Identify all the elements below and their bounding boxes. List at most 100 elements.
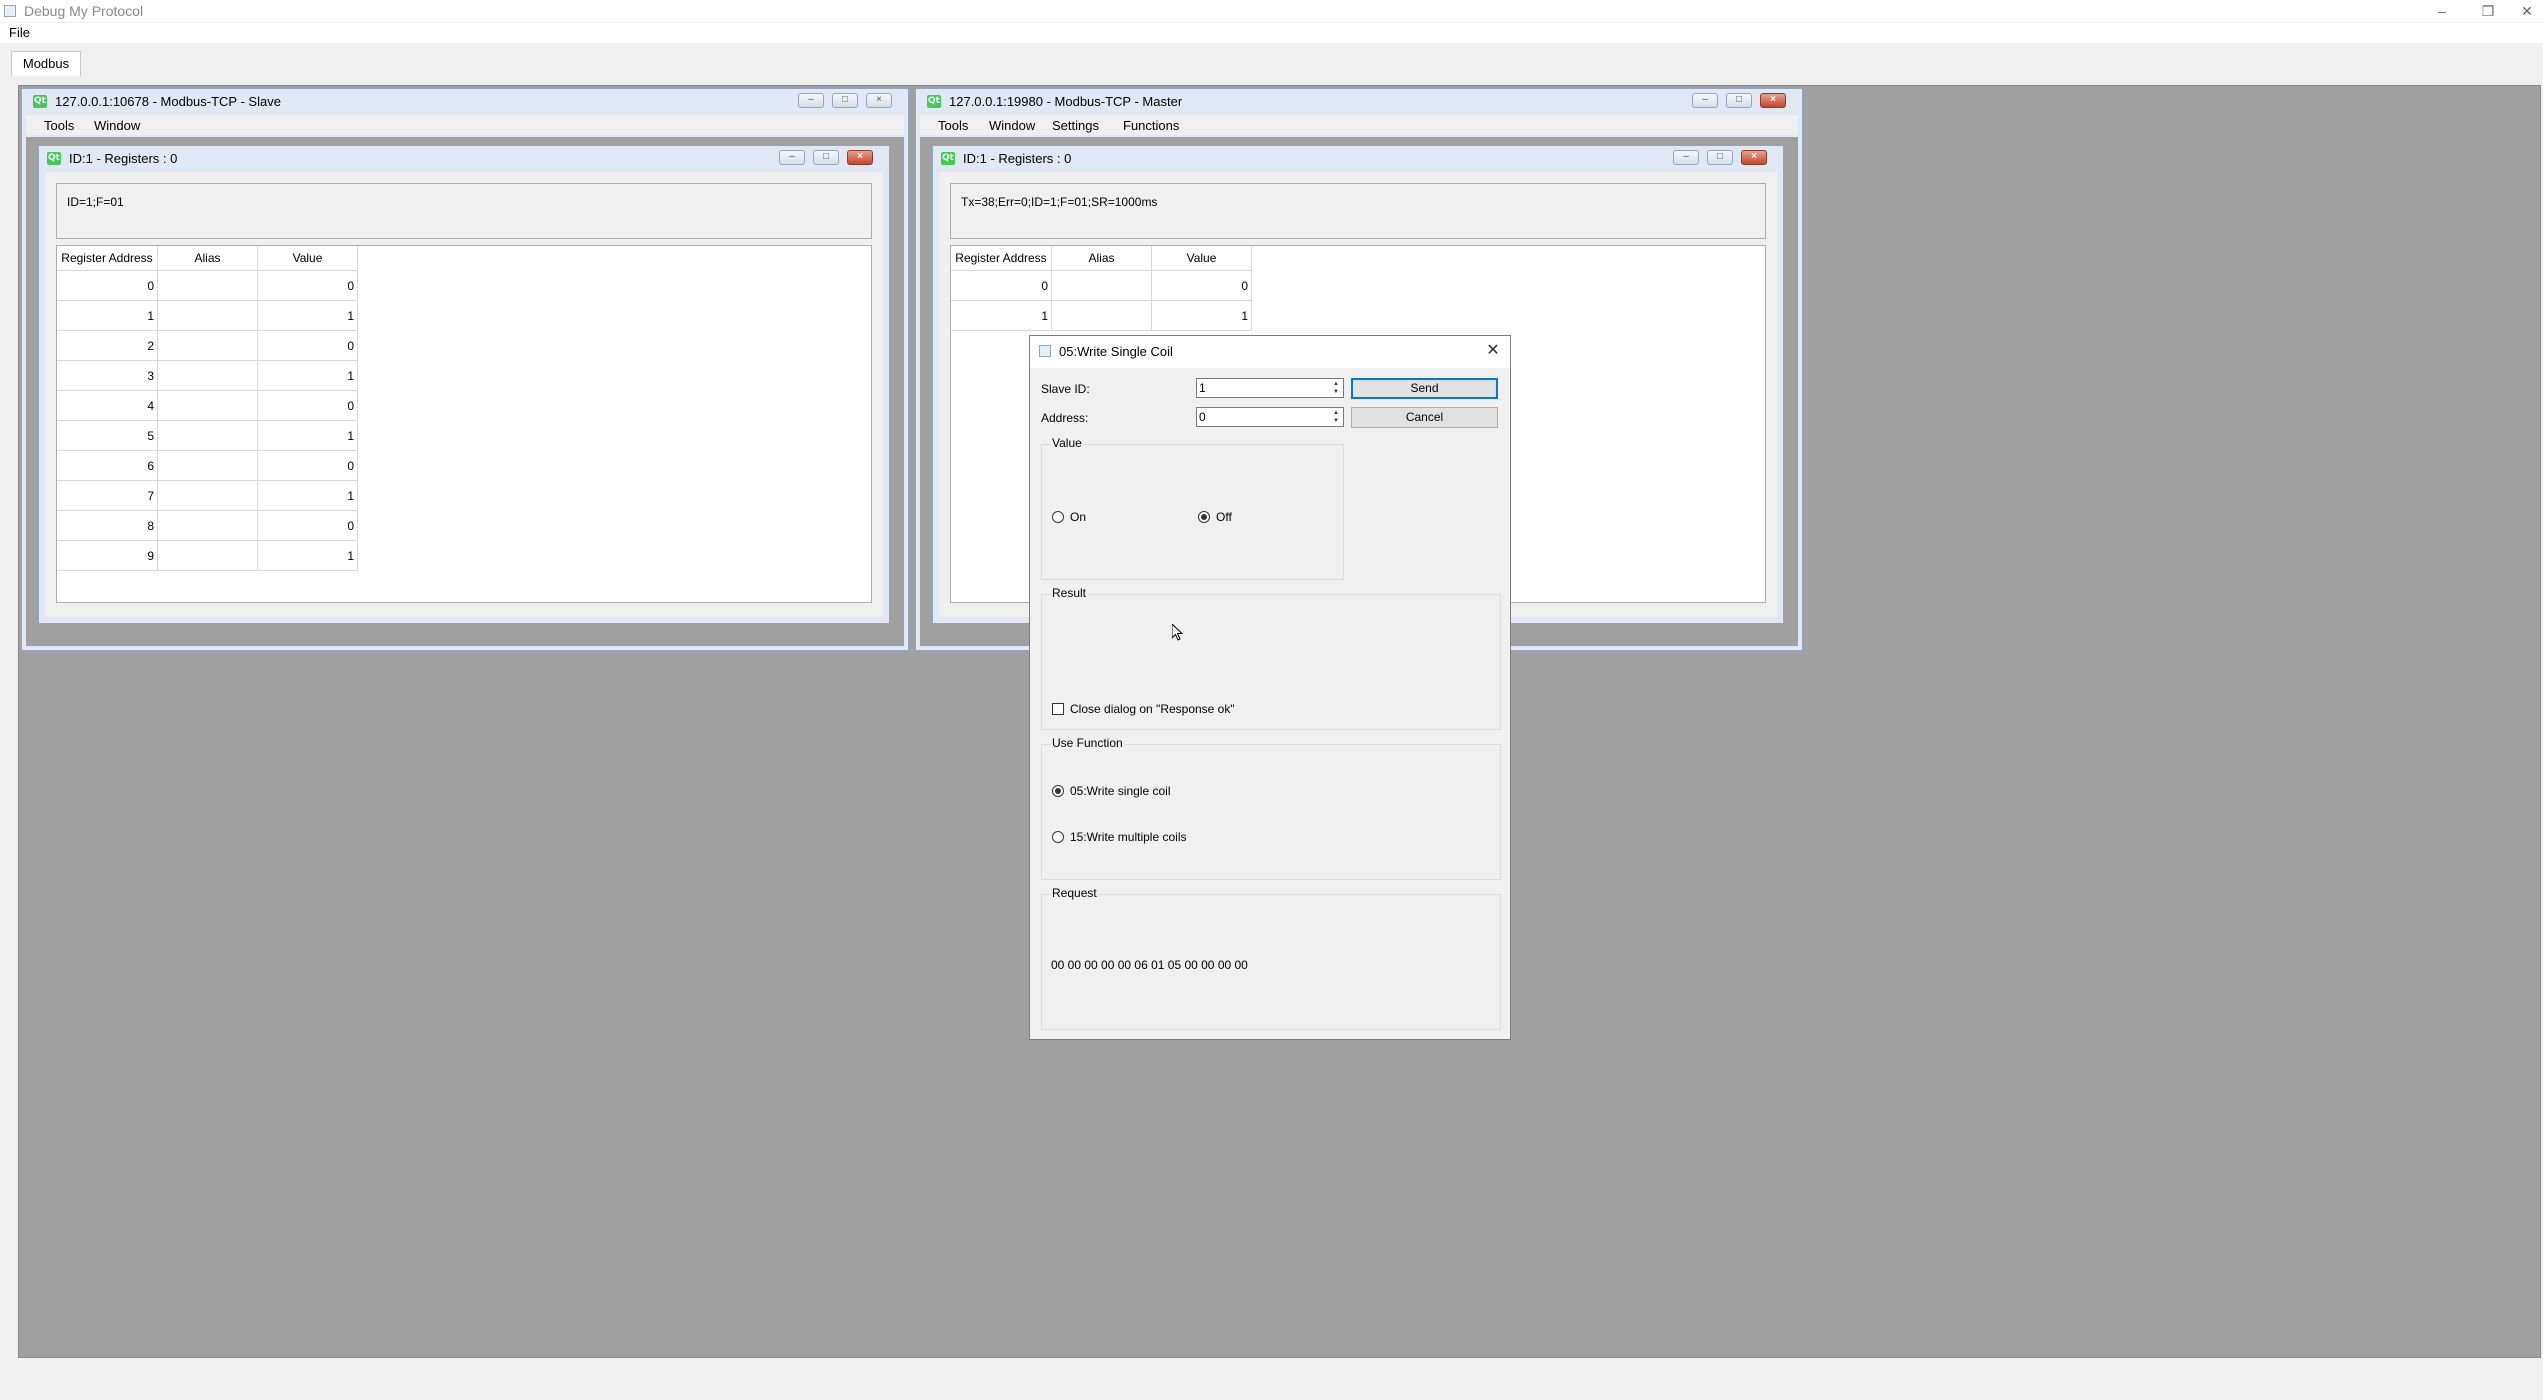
cell-value[interactable]: 0	[258, 451, 358, 481]
table-row[interactable]: 80	[57, 511, 358, 541]
minimize-button[interactable]: –	[2419, 0, 2465, 22]
cell-register-address[interactable]: 1	[951, 301, 1052, 331]
table-row[interactable]: 11	[951, 301, 1252, 331]
cell-alias[interactable]	[158, 541, 258, 571]
column-header-alias[interactable]: Alias	[1052, 246, 1152, 271]
off-label[interactable]: Off	[1216, 510, 1232, 524]
table-row[interactable]: 20	[57, 331, 358, 361]
slave-registers-maximize-button[interactable]: □	[813, 150, 839, 165]
slave-registers-window[interactable]: Qt ID:1 - Registers : 0 – □ × ID=1;F=01 …	[38, 145, 890, 624]
slave-maximize-button[interactable]: □	[832, 93, 858, 108]
cell-value[interactable]: 1	[258, 421, 358, 451]
cell-register-address[interactable]: 7	[57, 481, 158, 511]
column-header-value[interactable]: Value	[1152, 246, 1252, 271]
address-spinbox[interactable]: ▲ ▼	[1196, 407, 1344, 427]
master-window-title-bar[interactable]: Qt 127.0.0.1:19980 - Modbus-TCP - Master…	[916, 89, 1802, 111]
cell-value[interactable]: 0	[258, 331, 358, 361]
cell-register-address[interactable]: 0	[951, 271, 1052, 301]
cancel-button[interactable]: Cancel	[1351, 407, 1498, 428]
cell-register-address[interactable]: 8	[57, 511, 158, 541]
cell-alias[interactable]	[1052, 301, 1152, 331]
cell-alias[interactable]	[158, 271, 258, 301]
table-row[interactable]: 11	[57, 301, 358, 331]
cell-value[interactable]: 0	[1152, 271, 1252, 301]
fn05-radio[interactable]	[1052, 785, 1064, 797]
cell-alias[interactable]	[158, 481, 258, 511]
cell-register-address[interactable]: 9	[57, 541, 158, 571]
master-menu-settings[interactable]: Settings	[1052, 118, 1099, 133]
master-registers-close-button[interactable]: ×	[1741, 150, 1767, 165]
fn15-label[interactable]: 15:Write multiple coils	[1070, 830, 1186, 844]
master-menu-window[interactable]: Window	[989, 118, 1035, 133]
slave-close-button[interactable]: ×	[866, 93, 892, 108]
table-row[interactable]: 51	[57, 421, 358, 451]
tab-modbus[interactable]: Modbus	[11, 51, 81, 76]
slave-registers-close-button[interactable]: ×	[847, 150, 873, 165]
cell-register-address[interactable]: 4	[57, 391, 158, 421]
cell-value[interactable]: 1	[1152, 301, 1252, 331]
cell-alias[interactable]	[158, 361, 258, 391]
master-registers-title-bar[interactable]: Qt ID:1 - Registers : 0 – □ ×	[933, 146, 1783, 168]
column-header-value[interactable]: Value	[258, 246, 358, 271]
dialog-title-bar[interactable]: 05:Write Single Coil ✕	[1030, 336, 1510, 368]
address-input[interactable]	[1199, 409, 1325, 425]
slave-minimize-button[interactable]: –	[798, 93, 824, 108]
spin-up-icon[interactable]: ▲	[1330, 409, 1342, 417]
slave-window[interactable]: Qt 127.0.0.1:10678 - Modbus-TCP - Slave …	[21, 88, 909, 651]
close-on-ok-checkbox[interactable]	[1052, 703, 1064, 715]
slave-id-input[interactable]	[1199, 380, 1325, 396]
table-row[interactable]: 91	[57, 541, 358, 571]
cell-alias[interactable]	[158, 421, 258, 451]
cell-alias[interactable]	[158, 331, 258, 361]
spin-down-icon[interactable]: ▼	[1330, 417, 1342, 425]
send-button[interactable]: Send	[1351, 378, 1498, 399]
cell-register-address[interactable]: 3	[57, 361, 158, 391]
on-radio[interactable]	[1052, 511, 1064, 523]
dialog-close-button[interactable]: ✕	[1482, 340, 1504, 362]
master-registers-minimize-button[interactable]: –	[1673, 150, 1699, 165]
fn15-radio[interactable]	[1052, 831, 1064, 843]
cell-value[interactable]: 1	[258, 481, 358, 511]
column-header-register-address[interactable]: Register Address	[951, 246, 1052, 271]
cell-register-address[interactable]: 1	[57, 301, 158, 331]
cell-alias[interactable]	[158, 511, 258, 541]
cell-value[interactable]: 0	[258, 391, 358, 421]
table-row[interactable]: 60	[57, 451, 358, 481]
master-registers-maximize-button[interactable]: □	[1707, 150, 1733, 165]
slave-registers-title-bar[interactable]: Qt ID:1 - Registers : 0 – □ ×	[39, 146, 889, 168]
cell-alias[interactable]	[158, 391, 258, 421]
column-header-register-address[interactable]: Register Address	[57, 246, 158, 271]
spin-down-icon[interactable]: ▼	[1330, 388, 1342, 396]
cell-alias[interactable]	[158, 301, 258, 331]
slave-id-spinbox[interactable]: ▲ ▼	[1196, 378, 1344, 398]
off-radio[interactable]	[1198, 511, 1210, 523]
slave-register-table[interactable]: Register Address Alias Value 00112031405…	[56, 245, 872, 603]
slave-registers-minimize-button[interactable]: –	[779, 150, 805, 165]
cell-register-address[interactable]: 5	[57, 421, 158, 451]
cell-value[interactable]: 1	[258, 541, 358, 571]
cell-value[interactable]: 0	[258, 271, 358, 301]
cell-register-address[interactable]: 2	[57, 331, 158, 361]
cell-value[interactable]: 1	[258, 301, 358, 331]
master-maximize-button[interactable]: □	[1726, 93, 1752, 108]
cell-register-address[interactable]: 6	[57, 451, 158, 481]
master-menu-tools[interactable]: Tools	[938, 118, 968, 133]
cell-alias[interactable]	[158, 451, 258, 481]
master-close-button[interactable]: ×	[1760, 93, 1786, 108]
on-label[interactable]: On	[1070, 510, 1086, 524]
close-on-ok-label[interactable]: Close dialog on "Response ok"	[1070, 702, 1235, 716]
table-row[interactable]: 00	[57, 271, 358, 301]
cell-value[interactable]: 1	[258, 361, 358, 391]
column-header-alias[interactable]: Alias	[158, 246, 258, 271]
menu-file[interactable]: File	[9, 25, 30, 40]
cell-register-address[interactable]: 0	[57, 271, 158, 301]
slave-menu-tools[interactable]: Tools	[44, 118, 74, 133]
fn05-label[interactable]: 05:Write single coil	[1070, 784, 1171, 798]
table-row[interactable]: 40	[57, 391, 358, 421]
slave-menu-window[interactable]: Window	[94, 118, 140, 133]
write-single-coil-dialog[interactable]: 05:Write Single Coil ✕ Slave ID: ▲ ▼ Sen…	[1029, 335, 1511, 1040]
close-button[interactable]: ✕	[2504, 0, 2543, 22]
cell-value[interactable]: 0	[258, 511, 358, 541]
table-row[interactable]: 31	[57, 361, 358, 391]
spin-up-icon[interactable]: ▲	[1330, 380, 1342, 388]
